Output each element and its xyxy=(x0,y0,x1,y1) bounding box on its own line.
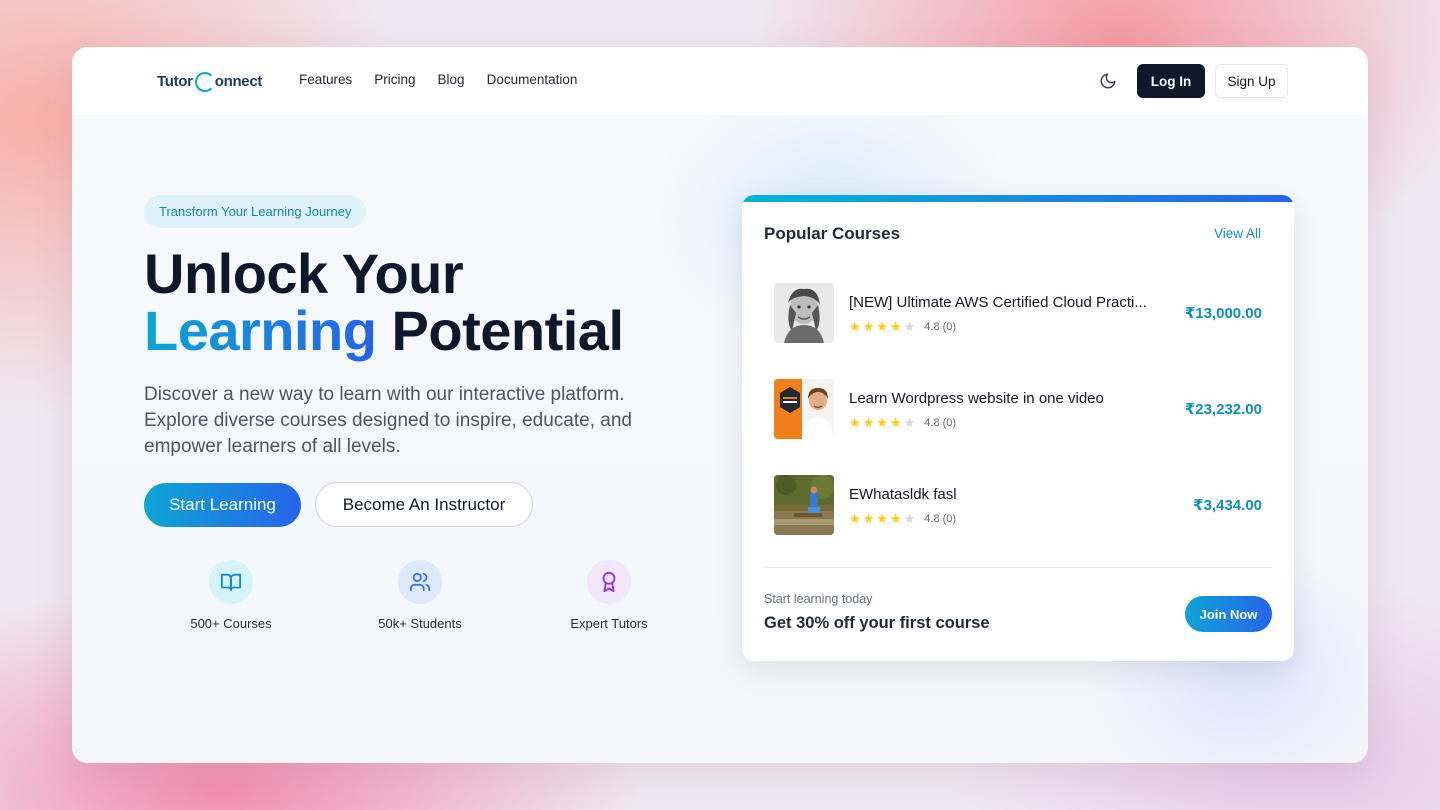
view-all-link[interactable]: View All xyxy=(1214,226,1261,241)
hero-badge: Transform Your Learning Journey xyxy=(144,195,367,228)
star-icon: ★ xyxy=(862,319,875,334)
hero-subtext: Discover a new way to learn with our int… xyxy=(144,384,632,457)
course-rating: ★ ★ ★ ★ ★ 4.8 (0) xyxy=(849,416,956,429)
stat-students: 50k+ Students xyxy=(350,560,490,631)
users-icon xyxy=(409,572,431,592)
star-icon: ★ xyxy=(889,319,902,334)
course-thumbnail xyxy=(774,283,834,343)
top-nav: Tutor onnect Features Pricing Blog Docum… xyxy=(72,47,1368,115)
nav-link-documentation[interactable]: Documentation xyxy=(487,72,578,87)
headline-highlight: Learning xyxy=(144,299,377,362)
star-icon: ★ xyxy=(849,319,861,334)
signup-button[interactable]: Sign Up xyxy=(1215,64,1288,98)
course-rating-text: 4.8 (0) xyxy=(924,320,957,333)
course-price: ₹23,232.00 xyxy=(1184,401,1262,418)
logo-text-tutor: Tutor xyxy=(157,72,193,90)
join-now-button[interactable]: Join Now xyxy=(1185,596,1272,632)
course-rating: ★ ★ ★ ★ ★ 4.8 (0) xyxy=(849,512,956,525)
course-rating-text: 4.8 (0) xyxy=(924,512,957,525)
award-icon xyxy=(602,571,616,593)
nav-link-pricing[interactable]: Pricing xyxy=(374,72,415,87)
hero-headline: Unlock Your Learning Potential xyxy=(144,245,624,359)
start-learning-button[interactable]: Start Learning xyxy=(144,483,301,527)
course-thumbnail xyxy=(774,379,834,439)
card-divider xyxy=(764,567,1272,568)
card-accent-bar xyxy=(742,195,1294,202)
stat-tutors: Expert Tutors xyxy=(539,560,679,631)
login-button[interactable]: Log In xyxy=(1137,64,1205,98)
stat-icon-wrap xyxy=(398,560,442,604)
moon-icon xyxy=(1100,73,1116,89)
logo-ring-icon xyxy=(194,72,215,92)
nav-link-features[interactable]: Features xyxy=(299,72,352,87)
stat-icon-wrap xyxy=(587,560,631,604)
card-title: Popular Courses xyxy=(764,224,901,243)
stat-label: 50k+ Students xyxy=(378,616,462,631)
logo-text-connect: onnect xyxy=(214,72,263,90)
star-icon: ★ xyxy=(889,511,902,526)
popular-courses-card: Popular Courses View All [NEW] Ultimate … xyxy=(742,195,1294,661)
star-icon: ★ xyxy=(862,511,875,526)
nav-links: Features Pricing Blog Documentation xyxy=(299,72,577,87)
star-empty-icon: ★ xyxy=(903,415,916,430)
stat-label: 500+ Courses xyxy=(190,616,272,631)
promo-headline: Get 30% off your first course xyxy=(764,614,990,632)
stat-courses: 500+ Courses xyxy=(161,560,301,631)
star-icon: ★ xyxy=(849,511,861,526)
star-icon: ★ xyxy=(876,415,888,430)
course-rating: ★ ★ ★ ★ ★ 4.8 (0) xyxy=(849,320,956,333)
headline-line-1: Unlock Your xyxy=(144,242,464,305)
nav-link-blog[interactable]: Blog xyxy=(438,72,465,87)
become-instructor-button[interactable]: Become An Instructor xyxy=(315,482,533,527)
headline-line-2: Learning Potential xyxy=(144,302,624,359)
star-icon: ★ xyxy=(876,511,888,526)
course-title: EWhatasldk fasl xyxy=(849,486,957,503)
course-item[interactable]: [NEW] Ultimate AWS Certified Cloud Pract… xyxy=(774,283,1262,343)
app-window: Tutor onnect Features Pricing Blog Docum… xyxy=(72,47,1368,763)
theme-toggle-button[interactable] xyxy=(1094,70,1122,92)
stat-label: Expert Tutors xyxy=(570,616,648,631)
course-title: [NEW] Ultimate AWS Certified Cloud Pract… xyxy=(849,294,1147,311)
course-price: ₹3,434.00 xyxy=(1193,497,1262,514)
stat-icon-wrap xyxy=(209,560,253,604)
headline-rest: Potential xyxy=(376,299,624,362)
logo[interactable]: Tutor onnect xyxy=(157,69,262,93)
course-thumbnail xyxy=(774,475,834,535)
course-item[interactable]: Learn Wordpress website in one video ★ ★… xyxy=(774,379,1262,439)
course-rating-text: 4.8 (0) xyxy=(924,416,957,429)
star-icon: ★ xyxy=(849,415,861,430)
star-empty-icon: ★ xyxy=(903,319,916,334)
course-price: ₹13,000.00 xyxy=(1184,305,1262,322)
star-empty-icon: ★ xyxy=(903,511,916,526)
course-item[interactable]: EWhatasldk fasl ★ ★ ★ ★ ★ 4.8 (0) ₹3,434… xyxy=(774,475,1262,535)
promo-caption: Start learning today xyxy=(764,592,873,606)
course-title: Learn Wordpress website in one video xyxy=(849,390,1104,407)
star-icon: ★ xyxy=(889,415,902,430)
book-open-icon xyxy=(220,573,242,592)
star-icon: ★ xyxy=(862,415,875,430)
star-icon: ★ xyxy=(876,319,888,334)
